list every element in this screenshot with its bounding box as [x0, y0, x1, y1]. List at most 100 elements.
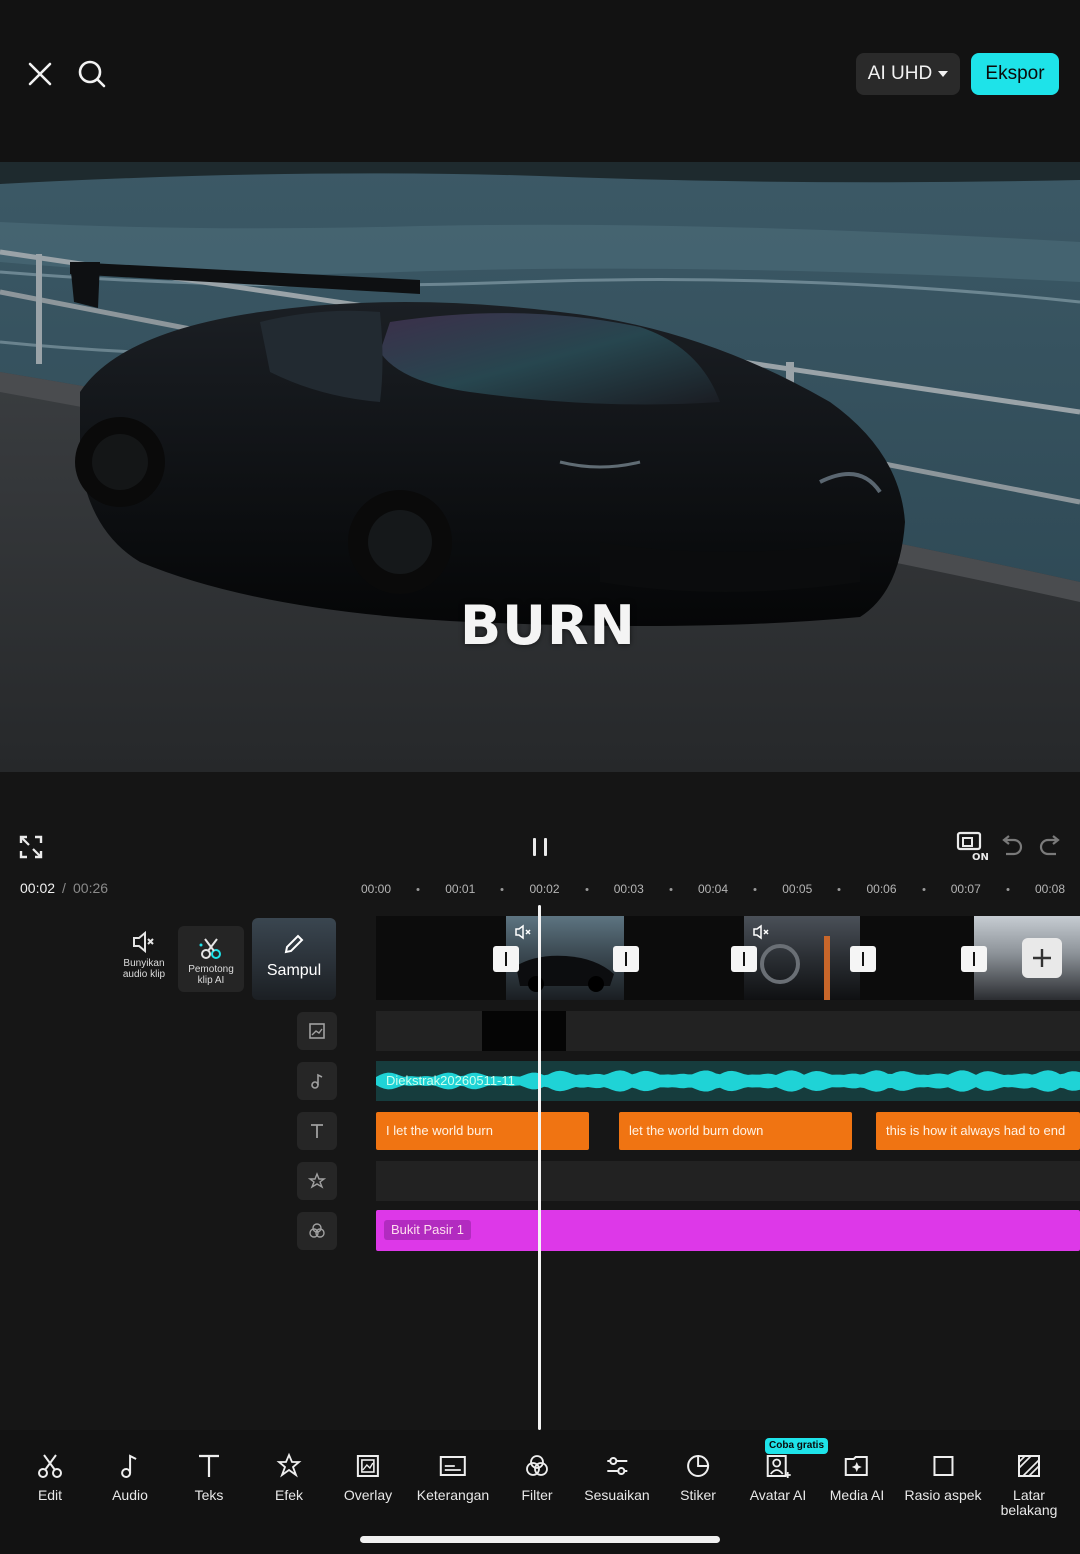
ruler-tick-label: 00:05: [782, 882, 813, 896]
fullscreen-icon: [19, 835, 43, 859]
media-ai-icon: [844, 1456, 868, 1476]
preview-image: [0, 162, 1080, 772]
overlay-icon: [309, 1023, 325, 1039]
video-track[interactable]: [376, 916, 1080, 1000]
toolbar-label: Efek: [274, 1487, 303, 1503]
fullscreen-button[interactable]: [18, 834, 44, 860]
preview-caption-text[interactable]: BURN: [460, 594, 636, 657]
transition-marker[interactable]: [493, 946, 519, 972]
preview-toggle-button[interactable]: ON: [954, 830, 990, 863]
video-clip-thumbnail[interactable]: [506, 916, 624, 1000]
sliders-icon: [606, 1457, 627, 1475]
ai-clip-cutter-button[interactable]: Pemotong klip AI: [178, 926, 244, 992]
plus-icon: [1033, 949, 1051, 967]
effect-clip[interactable]: Bukit Pasir 1: [376, 1210, 1080, 1251]
toolbar-label: Rasio aspek: [904, 1487, 982, 1503]
transition-marker[interactable]: [731, 946, 757, 972]
toolbar-overlay[interactable]: Overlay: [344, 1450, 392, 1503]
playhead[interactable]: [538, 905, 541, 1430]
undo-icon: [1002, 835, 1023, 856]
effect-track-button[interactable]: [297, 1162, 337, 1200]
overlay-track[interactable]: [376, 1011, 1080, 1051]
toolbar-label: Audio: [112, 1487, 148, 1503]
transition-marker[interactable]: [961, 946, 987, 972]
cover-button[interactable]: Sampul: [252, 918, 336, 1000]
speaker-muted-icon: [753, 924, 769, 940]
toolbar-aspect-ratio[interactable]: Rasio aspek: [904, 1450, 982, 1503]
avatar-icon: [767, 1455, 791, 1478]
unmute-clip-audio-button[interactable]: Bunyikan audio klip: [114, 930, 174, 994]
overlay-clip[interactable]: [482, 1011, 566, 1051]
music-note-icon: [311, 1073, 323, 1089]
text-track-button[interactable]: [297, 1112, 337, 1150]
export-button[interactable]: Ekspor: [971, 53, 1059, 95]
background-icon: [1018, 1455, 1040, 1477]
filter-icon: [526, 1455, 548, 1476]
cover-label: Sampul: [266, 962, 322, 979]
ruler-tick-dot: [837, 888, 841, 891]
text-clip[interactable]: I let the world burn: [376, 1112, 589, 1150]
toolbar-media-ai[interactable]: Media AI: [830, 1450, 884, 1503]
toolbar-text[interactable]: Teks: [193, 1450, 225, 1503]
toolbar-edit[interactable]: Edit: [34, 1450, 66, 1503]
toolbar-adjust[interactable]: Sesuaikan: [584, 1450, 650, 1503]
pause-button[interactable]: [526, 834, 554, 860]
effect-empty-track[interactable]: [376, 1161, 1080, 1201]
toolbar-label: Media AI: [829, 1487, 885, 1503]
toolbar-label: Teks: [194, 1487, 224, 1503]
scissors-icon: [38, 1454, 62, 1478]
audio-clip-label: Diekstrak20260511-11: [386, 1073, 515, 1088]
toolbar-label: Avatar AI: [749, 1487, 807, 1503]
add-clip-button[interactable]: [1022, 938, 1062, 978]
undo-button[interactable]: [998, 834, 1024, 860]
ruler-tick-label: 00:01: [445, 882, 476, 896]
ruler-tick-label: 00:02: [529, 882, 560, 896]
transition-marker[interactable]: [613, 946, 639, 972]
toolbar-background[interactable]: Latar belakang: [996, 1450, 1062, 1518]
text-clip[interactable]: this is how it always had to end: [876, 1112, 1080, 1150]
toolbar-audio[interactable]: Audio: [112, 1450, 148, 1503]
toolbar-effects[interactable]: Efek: [273, 1450, 305, 1503]
quality-dropdown[interactable]: AI UHD: [856, 53, 960, 95]
video-clip-thumbnail[interactable]: [744, 916, 860, 1000]
text-clip[interactable]: let the world burn down: [619, 1112, 852, 1150]
redo-button[interactable]: [1038, 834, 1064, 860]
pencil-icon: [284, 934, 304, 954]
ruler-tick-dot: [500, 888, 504, 891]
ruler-tick-label: 00:08: [1034, 882, 1066, 896]
audio-track-button[interactable]: [297, 1062, 337, 1100]
ruler-tick-label: 00:00: [360, 882, 392, 896]
transition-marker[interactable]: [850, 946, 876, 972]
toolbar-avatar-ai[interactable]: Avatar AI: [749, 1450, 807, 1503]
audio-track[interactable]: Diekstrak20260511-11: [376, 1061, 1080, 1101]
speaker-muted-icon: [515, 924, 531, 940]
ruler-tick-dot: [922, 888, 926, 891]
toolbar-captions[interactable]: Keterangan: [417, 1450, 489, 1503]
video-preview[interactable]: BURN: [0, 162, 1080, 772]
quality-label: AI UHD: [867, 63, 933, 84]
toolbar-label: Latar belakang: [1000, 1487, 1058, 1518]
captions-icon: [440, 1456, 466, 1476]
top-bar: AI UHD Ekspor: [0, 0, 1080, 162]
ai-clip-cutter-label: Pemotong klip AI: [188, 964, 234, 986]
overlay-icon: [356, 1455, 379, 1477]
close-button[interactable]: [20, 54, 60, 94]
ruler-tick-dot: [416, 888, 420, 891]
ai-scissors-icon: [199, 938, 221, 959]
ruler-tick-label: 00:07: [950, 882, 981, 896]
ruler-tick-dot: [669, 888, 673, 891]
toolbar-sticker[interactable]: Stiker: [680, 1450, 716, 1503]
effect-label: Bukit Pasir 1: [384, 1220, 471, 1240]
home-indicator[interactable]: [360, 1536, 720, 1543]
filter-track-button[interactable]: [297, 1212, 337, 1250]
toolbar-filter[interactable]: Filter: [521, 1450, 553, 1503]
overlay-track-button[interactable]: [297, 1012, 337, 1050]
search-button[interactable]: [72, 54, 112, 94]
toolbar-label: Keterangan: [416, 1487, 490, 1503]
search-icon: [78, 60, 106, 88]
ruler-tick-dot: [585, 888, 589, 891]
sticker-icon: [687, 1454, 709, 1477]
text-icon: [311, 1124, 323, 1138]
current-time: 00:02: [20, 880, 56, 896]
ruler-tick-label: 00:04: [697, 882, 729, 896]
